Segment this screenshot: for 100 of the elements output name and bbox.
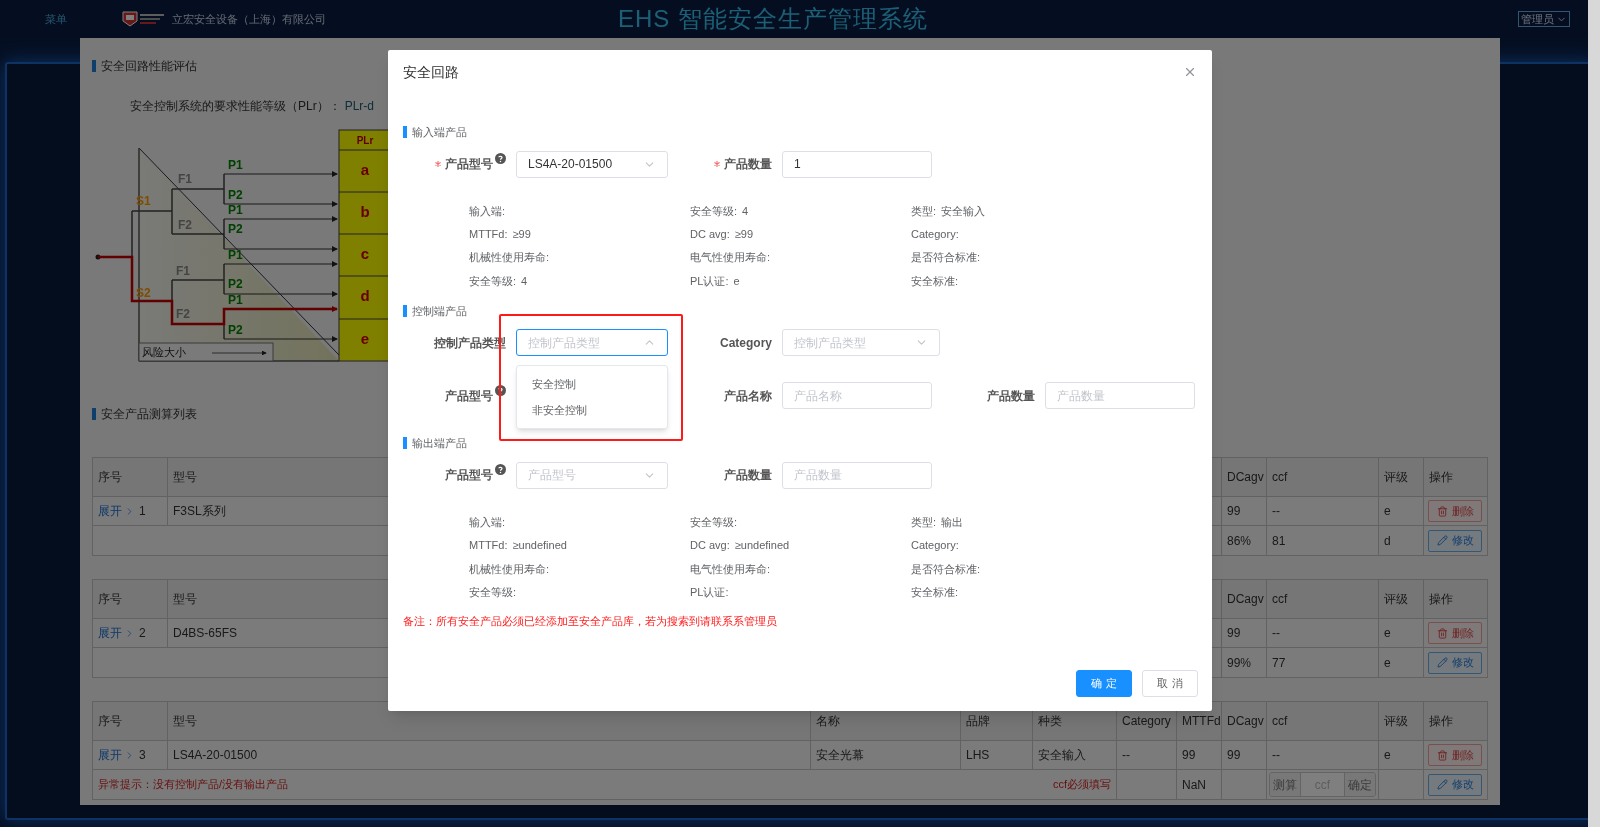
menu-link[interactable]: 菜单 bbox=[45, 10, 67, 28]
column-header: DCagv bbox=[1221, 579, 1267, 619]
detail-label: 类型: bbox=[911, 515, 937, 531]
edit-button[interactable]: 修改 bbox=[1428, 773, 1482, 796]
table-cell: 99 bbox=[1221, 496, 1267, 526]
input-field[interactable]: 产品名称 bbox=[782, 382, 932, 410]
detail-label: 安全等级: bbox=[469, 273, 517, 289]
row-index: 1 bbox=[139, 504, 146, 518]
table-cell: 99 bbox=[1221, 740, 1267, 770]
logo-icon bbox=[122, 11, 166, 27]
dropdown-option[interactable]: 非安全控制 bbox=[517, 397, 667, 424]
detail-label: 安全标准: bbox=[911, 273, 959, 289]
select-field[interactable]: 产品型号 bbox=[516, 461, 668, 489]
table-cell: e bbox=[1378, 647, 1424, 678]
detail-label: 类型: bbox=[911, 203, 937, 219]
help-icon[interactable] bbox=[495, 153, 506, 164]
field-label: 产品数量 bbox=[987, 387, 1035, 405]
edit-button[interactable]: 修改 bbox=[1428, 651, 1482, 674]
delete-button[interactable]: 删除 bbox=[1428, 744, 1482, 766]
column-header: 评级 bbox=[1378, 579, 1424, 619]
detail-label: Category: bbox=[911, 538, 959, 554]
dialog-title: 安全回路 bbox=[403, 62, 459, 82]
column-header: ccf bbox=[1266, 579, 1379, 619]
user-menu[interactable]: 管理员 bbox=[1518, 11, 1570, 27]
detail-label: 安全等级: bbox=[469, 584, 517, 600]
table-cell: -- bbox=[1266, 496, 1379, 526]
section-marker-icon bbox=[92, 408, 96, 420]
column-header: 操作 bbox=[1423, 457, 1488, 497]
detail-label: 机械性使用寿命: bbox=[469, 250, 550, 266]
delete-button[interactable]: 删除 bbox=[1428, 622, 1482, 644]
table-cell: LHS bbox=[960, 740, 1033, 770]
pencil-icon bbox=[1436, 657, 1448, 668]
section-marker-icon bbox=[403, 437, 407, 450]
section-title: 安全回路性能评估 bbox=[101, 58, 197, 75]
possibility-label: P1 bbox=[228, 158, 243, 173]
delete-button[interactable]: 删除 bbox=[1428, 500, 1482, 522]
section-marker-icon bbox=[92, 60, 96, 72]
expand-link[interactable]: 展开 bbox=[98, 746, 135, 764]
company-name: 立宏安全设备（上海）有限公司 bbox=[172, 11, 326, 27]
confirm-addon[interactable]: 确定 bbox=[1344, 773, 1375, 796]
field-label: 产品数量 bbox=[724, 467, 772, 485]
help-icon[interactable] bbox=[495, 384, 506, 396]
possibility-label: P2 bbox=[228, 323, 243, 338]
trash-icon bbox=[1436, 505, 1448, 517]
column-header: ccf bbox=[1266, 457, 1379, 497]
field-label: 产品型号 bbox=[445, 467, 493, 485]
detail-label: 是否符合标准: bbox=[911, 250, 981, 266]
select-field[interactable]: 控制产品类型 bbox=[516, 329, 668, 357]
table-cell: -- bbox=[1266, 740, 1379, 770]
possibility-label: P1 bbox=[228, 248, 243, 263]
table-cell: e bbox=[1378, 740, 1424, 770]
plr-level: d bbox=[360, 287, 370, 305]
warning-text: 异常提示：没有控制产品/没有输出产品 bbox=[98, 777, 289, 793]
expand-link[interactable]: 展开 bbox=[98, 502, 135, 520]
confirm-button[interactable]: 确 定 bbox=[1076, 670, 1132, 697]
possibility-label: P2 bbox=[228, 277, 243, 292]
detail-label: 输入端: bbox=[469, 203, 506, 219]
edit-button[interactable]: 修改 bbox=[1428, 529, 1482, 552]
detail-label: Category: bbox=[911, 227, 959, 243]
table-cell: 安全输入 bbox=[1032, 740, 1117, 770]
detail-label: MTTFd: bbox=[469, 538, 508, 554]
column-header: 操作 bbox=[1423, 579, 1488, 619]
section-marker-icon bbox=[403, 126, 407, 139]
column-header: ccf bbox=[1266, 701, 1379, 741]
table-cell: -- bbox=[1266, 618, 1379, 648]
section-title: 输入端产品 bbox=[412, 125, 467, 140]
possibility-label: P1 bbox=[228, 293, 243, 308]
pencil-icon bbox=[1436, 779, 1448, 790]
section-title: 安全产品测算列表 bbox=[101, 406, 197, 423]
requirement-value: PLr-d bbox=[344, 98, 375, 115]
help-icon[interactable] bbox=[495, 464, 506, 476]
table-cell: 77 bbox=[1266, 647, 1379, 678]
dropdown-option[interactable]: 安全控制 bbox=[517, 371, 667, 398]
detail-value: 4 bbox=[742, 203, 749, 219]
section-title: 输出端产品 bbox=[412, 436, 467, 452]
expand-link[interactable]: 展开 bbox=[98, 624, 135, 642]
select-field[interactable]: LS4A-20-01500 bbox=[516, 150, 668, 178]
close-icon[interactable] bbox=[1183, 65, 1197, 79]
detail-label: MTTFd: bbox=[469, 227, 508, 243]
column-header: 序号 bbox=[92, 457, 168, 497]
detail-label: 电气性使用寿命: bbox=[690, 561, 771, 577]
column-header: 评级 bbox=[1378, 701, 1424, 741]
detail-label: PL认证: bbox=[690, 584, 729, 600]
table-cell: NaN bbox=[1176, 769, 1222, 800]
row-index: 2 bbox=[139, 626, 146, 640]
detail-value: 安全输入 bbox=[941, 203, 986, 219]
row-index: 3 bbox=[139, 748, 146, 762]
table-cell: 99 bbox=[1221, 618, 1267, 648]
table-cell: LS4A-20-01500 bbox=[167, 740, 811, 770]
select-field[interactable]: 控制产品类型 bbox=[782, 329, 940, 357]
table-cell: e bbox=[1378, 496, 1424, 526]
table-cell: 99% bbox=[1221, 647, 1267, 678]
field-label: 产品数量 bbox=[724, 156, 772, 173]
column-header: 序号 bbox=[92, 579, 168, 619]
column-header: 序号 bbox=[92, 701, 168, 741]
cancel-button[interactable]: 取 消 bbox=[1142, 670, 1198, 697]
plr-header: PLr bbox=[356, 134, 374, 146]
detail-label: 是否符合标准: bbox=[911, 561, 981, 577]
field-label: 产品型号 bbox=[445, 387, 493, 405]
input-field[interactable]: 1 bbox=[782, 150, 932, 178]
